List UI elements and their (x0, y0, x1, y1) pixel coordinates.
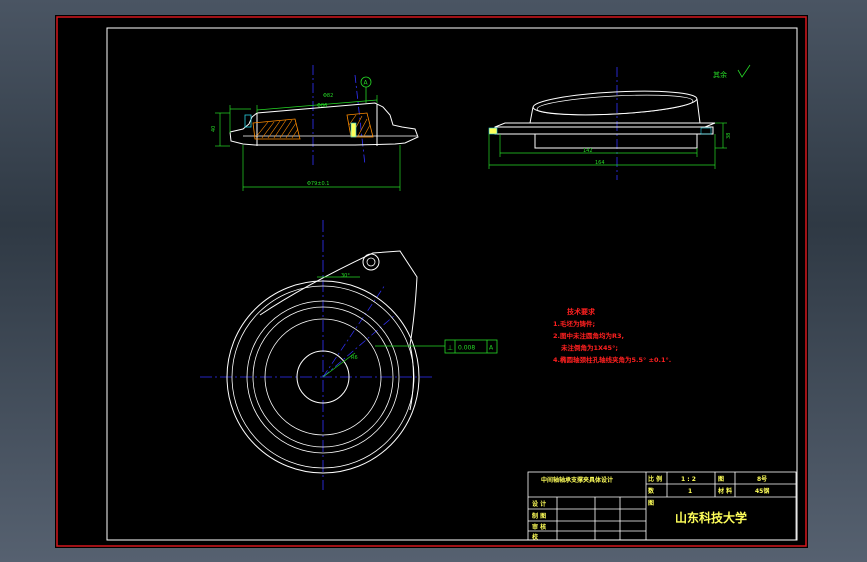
side-dim-inner: 142 (583, 148, 593, 154)
school-label: 图 (648, 499, 654, 507)
dim-top-label: Φ86 (317, 103, 327, 109)
plan-lobe-outline (259, 250, 418, 411)
tolerance-value: 0.008 (458, 345, 475, 352)
dim-top2-label: Φ82 (323, 93, 333, 99)
scale-value: 1 : 2 (681, 476, 696, 483)
approver-label: 校 (532, 533, 539, 541)
tech-title: 技术要求 (567, 307, 596, 316)
side-detail-right (700, 127, 712, 135)
tech-requirements: 技术要求 1.毛坯为铸件; 2.图中未注圆角均为R3, 未注倒角为1X45°; … (553, 307, 671, 364)
tolerance-symbol: ⊥ (447, 344, 453, 352)
side-edge-left (529, 106, 534, 124)
side-edge-right (696, 98, 701, 124)
dim-height-label: 40 (211, 126, 217, 132)
cad-drawing: Φ86 Φ82 Φ79±0.1 40 A 142 164 38 其余 30° R… (56, 16, 807, 547)
sheet-label: 图 (718, 475, 724, 483)
side-base (534, 133, 698, 149)
checker-label: 审 核 (532, 523, 546, 531)
side-dimensions (488, 122, 727, 169)
qty-value: 1 (688, 488, 692, 495)
drawing-canvas: Φ86 Φ82 Φ79±0.1 40 A 142 164 38 其余 30° R… (55, 15, 808, 548)
tolerance-datum: A (489, 345, 494, 352)
side-flange-top (494, 122, 716, 128)
material-label: 材 料 (717, 487, 732, 495)
university-name: 山东科技大学 (675, 510, 747, 525)
tech-item: 2.图中未注圆角均为R3, (553, 331, 624, 340)
plan-radius-label: R6 (351, 355, 358, 361)
datum-a-label: A (364, 80, 369, 87)
plan-angle-label: 30° (341, 273, 350, 279)
side-flange (494, 126, 714, 135)
tech-item: 4.椭圆轴颈柱孔轴线夹角为5.5° ±0.1°. (553, 355, 671, 364)
plan-pin-hole-outer (362, 253, 380, 271)
scale-label: 比 例 (648, 475, 662, 483)
drawing-title: 中间轴轴承支撑夹具体设计 (541, 476, 613, 484)
side-dim-outer: 164 (595, 160, 605, 166)
material-value: 45钢 (755, 487, 769, 495)
tech-item: 未注倒角为1X45°; (561, 343, 618, 352)
dim-bottom-label: Φ79±0.1 (307, 181, 329, 187)
plan-pin-hole-inner (366, 257, 376, 267)
section-view: Φ86 Φ82 Φ79±0.1 40 A (211, 65, 419, 191)
drafter-label: 制 图 (532, 512, 546, 520)
detail-bolt (350, 122, 357, 138)
side-dim-height: 38 (726, 133, 732, 139)
inner-border (106, 27, 798, 541)
qty-label: 数 (648, 487, 655, 495)
side-view: 142 164 38 其余 (488, 64, 751, 180)
roughness-note: 其余 (713, 70, 727, 79)
section-dimensions (215, 95, 401, 191)
plan-view: 30° R6 ⊥ 0.008 A (200, 220, 498, 490)
side-top-ellipse-inner (536, 94, 694, 116)
outer-frame (56, 16, 807, 547)
side-detail-left (488, 127, 498, 135)
roughness-symbol (737, 64, 751, 78)
tech-item: 1.毛坯为铸件; (553, 319, 595, 328)
hatch-lines-left (255, 119, 299, 139)
sheet-value: 8号 (757, 475, 767, 483)
designer-label: 设 计 (532, 500, 546, 508)
